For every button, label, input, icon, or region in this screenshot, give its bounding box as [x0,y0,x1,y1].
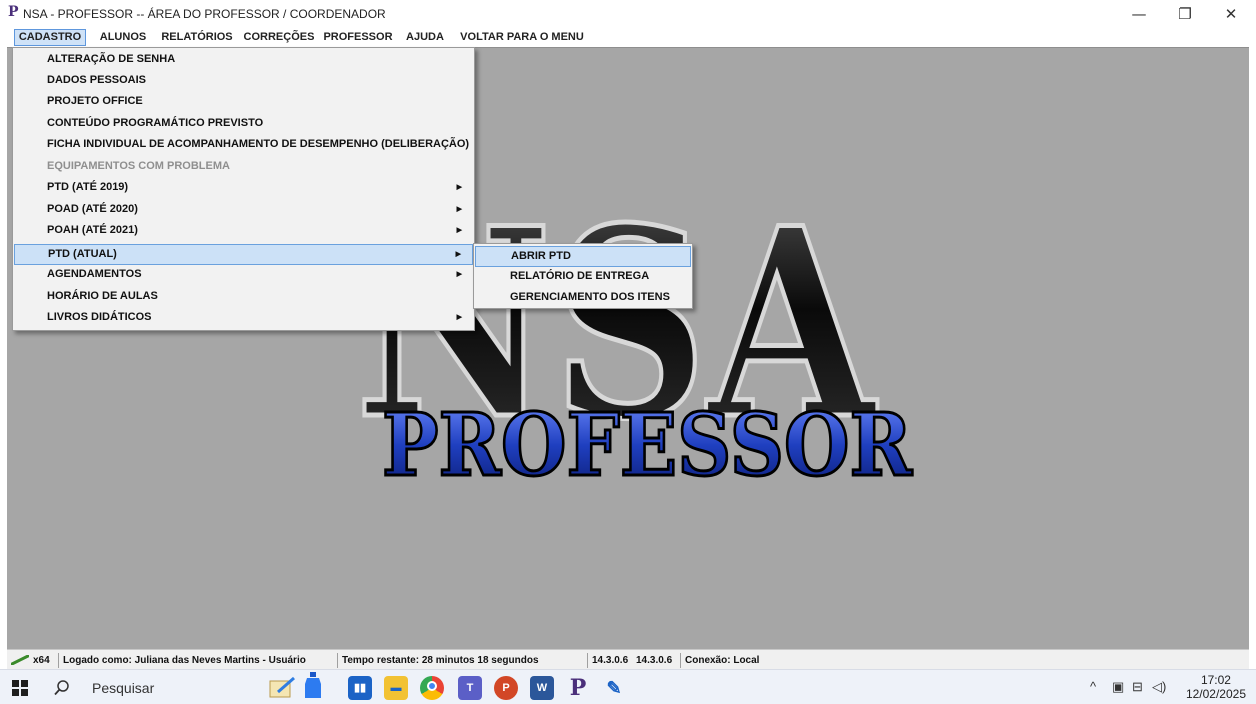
close-button[interactable]: ✕ [1208,0,1254,28]
status-version-2: 14.3.0.6 [636,655,673,666]
menuitem-projeto-office[interactable]: PROJETO OFFICE [14,91,473,112]
status-connection: Conexão: Local [680,653,763,668]
menu-relatorios[interactable]: RELATÓRIOS [157,29,237,46]
taskbar-chrome-icon[interactable] [420,676,444,700]
menuitem-label: DADOS PESSOAIS [47,74,147,86]
professor-logo: PROFESSOR [381,395,914,495]
menuitem-label: POAH (ATÉ 2021) [47,224,138,236]
taskbar-paint-icon[interactable]: ✎ [602,676,626,700]
submenu-arrow-icon: ▶ [456,314,462,321]
app-window: P NSA - PROFESSOR -- ÁREA DO PROFESSOR /… [0,0,1256,704]
menuitem-label: POAD (ATÉ 2020) [47,203,138,215]
menuitem-livros-didaticos[interactable]: LIVROS DIDÁTICOS ▶ [14,307,473,328]
menuitem-ficha-individual[interactable]: FICHA INDIVIDUAL DE ACOMPANHAMENTO DE DE… [14,134,473,155]
menu-ajuda[interactable]: AJUDA [400,29,450,46]
status-bar: x64 Logado como: Juliana das Neves Marti… [7,649,1249,669]
clock-time: 17:02 [1200,673,1231,687]
search-icon [54,680,69,696]
app-logo-icon: P [8,4,19,20]
tray-device-icon[interactable]: ▣ [1112,679,1124,695]
status-time-remaining: Tempo restante: 28 minutos 18 segundos [337,653,543,668]
menu-professor[interactable]: PROFESSOR [320,29,396,46]
taskbar-notepad-icon[interactable] [268,676,298,700]
taskbar-nsa-professor-icon[interactable]: P [566,676,590,700]
taskbar: Pesquisar ▮▮ ▬ T P W P ✎ ^ ▣ ⊟ ◁) 17:02 … [0,669,1256,704]
menuitem-relatorio-entrega[interactable]: RELATÓRIO DE ENTREGA [475,266,691,287]
menuitem-poad-2020[interactable]: POAD (ATÉ 2020) ▶ [14,199,473,220]
ptd-atual-submenu: ABRIR PTD RELATÓRIO DE ENTREGA GERENCIAM… [473,243,693,309]
system-tray-chevron-icon[interactable]: ^ [1090,679,1096,694]
menuitem-label: RELATÓRIO DE ENTREGA [510,270,650,282]
menu-cadastro[interactable]: CADASTRO [14,29,86,46]
taskbar-powerpoint-icon[interactable]: P [494,676,518,700]
menuitem-label: GERENCIAMENTO DOS ITENS [510,291,670,303]
clock-date: 12/02/2025 [1185,687,1246,701]
menuitem-dados-pessoais[interactable]: DADOS PESSOAIS [14,70,473,91]
menuitem-label: LIVROS DIDÁTICOS [47,311,152,323]
menuitem-agendamentos[interactable]: AGENDAMENTOS ▶ [14,264,473,285]
taskbar-clock[interactable]: 17:02 12/02/2025 [1186,673,1246,701]
menuitem-label: PTD (ATUAL) [48,248,117,260]
menu-bar: CADASTRO ALUNOS RELATÓRIOS CORREÇÕES PRO… [0,28,1256,47]
menuitem-poah-2021[interactable]: POAH (ATÉ 2021) ▶ [14,220,473,241]
menuitem-alteracao-senha[interactable]: ALTERAÇÃO DE SENHA [14,49,473,70]
window-title: NSA - PROFESSOR -- ÁREA DO PROFESSOR / C… [23,7,386,21]
menu-correcoes[interactable]: CORREÇÕES [240,29,318,46]
professor-logo-text: PROFESSOR [382,395,912,495]
search-placeholder: Pesquisar [92,680,155,696]
menuitem-ptd-2019[interactable]: PTD (ATÉ 2019) ▶ [14,177,473,198]
menuitem-gerenciamento-itens[interactable]: GERENCIAMENTO DOS ITENS [475,287,691,308]
submenu-arrow-icon: ▶ [455,251,461,258]
menuitem-label: FICHA INDIVIDUAL DE ACOMPANHAMENTO DE DE… [47,138,470,150]
taskbar-trello-icon[interactable]: ▮▮ [348,676,372,700]
menuitem-label: CONTEÚDO PROGRAMÁTICO PREVISTO [47,117,264,129]
menuitem-equipamentos-problema: EQUIPAMENTOS COM PROBLEMA [14,156,473,177]
cadastro-dropdown: ALTERAÇÃO DE SENHA DADOS PESSOAIS PROJET… [12,47,475,331]
title-bar: P NSA - PROFESSOR -- ÁREA DO PROFESSOR /… [0,0,1256,28]
tray-volume-icon[interactable]: ◁) [1152,679,1166,695]
taskbar-teams-icon[interactable]: T [458,676,482,700]
taskbar-word-icon[interactable]: W [530,676,554,700]
menuitem-label: EQUIPAMENTOS COM PROBLEMA [47,160,230,172]
taskbar-search[interactable]: Pesquisar [42,671,247,704]
taskbar-water-bottle-icon[interactable] [303,672,323,700]
submenu-arrow-icon: ▶ [456,227,462,234]
menuitem-horario-aulas[interactable]: HORÁRIO DE AULAS [14,286,473,307]
restore-button[interactable]: ❐ [1162,0,1208,28]
connection-status-icon [11,655,29,665]
taskbar-file-explorer-icon[interactable]: ▬ [384,676,408,700]
menu-voltar[interactable]: VOLTAR PARA O MENU [455,29,589,46]
status-version-1: 14.3.0.6 [587,653,632,668]
menuitem-abrir-ptd[interactable]: ABRIR PTD [475,246,691,267]
status-arch: x64 [33,655,50,666]
submenu-arrow-icon: ▶ [456,206,462,213]
menu-alunos[interactable]: ALUNOS [92,29,154,46]
menuitem-label: PROJETO OFFICE [47,95,143,107]
menuitem-label: ALTERAÇÃO DE SENHA [47,53,176,65]
windows-start-icon[interactable] [12,680,28,696]
menuitem-ptd-atual[interactable]: PTD (ATUAL) ▶ [14,244,473,265]
submenu-arrow-icon: ▶ [456,184,462,191]
menuitem-conteudo-programatico[interactable]: CONTEÚDO PROGRAMÁTICO PREVISTO [14,113,473,134]
submenu-arrow-icon: ▶ [456,271,462,278]
minimize-button[interactable]: — [1116,0,1162,28]
menuitem-label: AGENDAMENTOS [47,268,142,280]
menuitem-label: PTD (ATÉ 2019) [47,181,129,193]
menuitem-label: ABRIR PTD [511,250,571,262]
status-user: Logado como: Juliana das Neves Martins -… [58,653,310,668]
tray-network-icon[interactable]: ⊟ [1132,679,1143,695]
menuitem-label: HORÁRIO DE AULAS [47,290,158,302]
